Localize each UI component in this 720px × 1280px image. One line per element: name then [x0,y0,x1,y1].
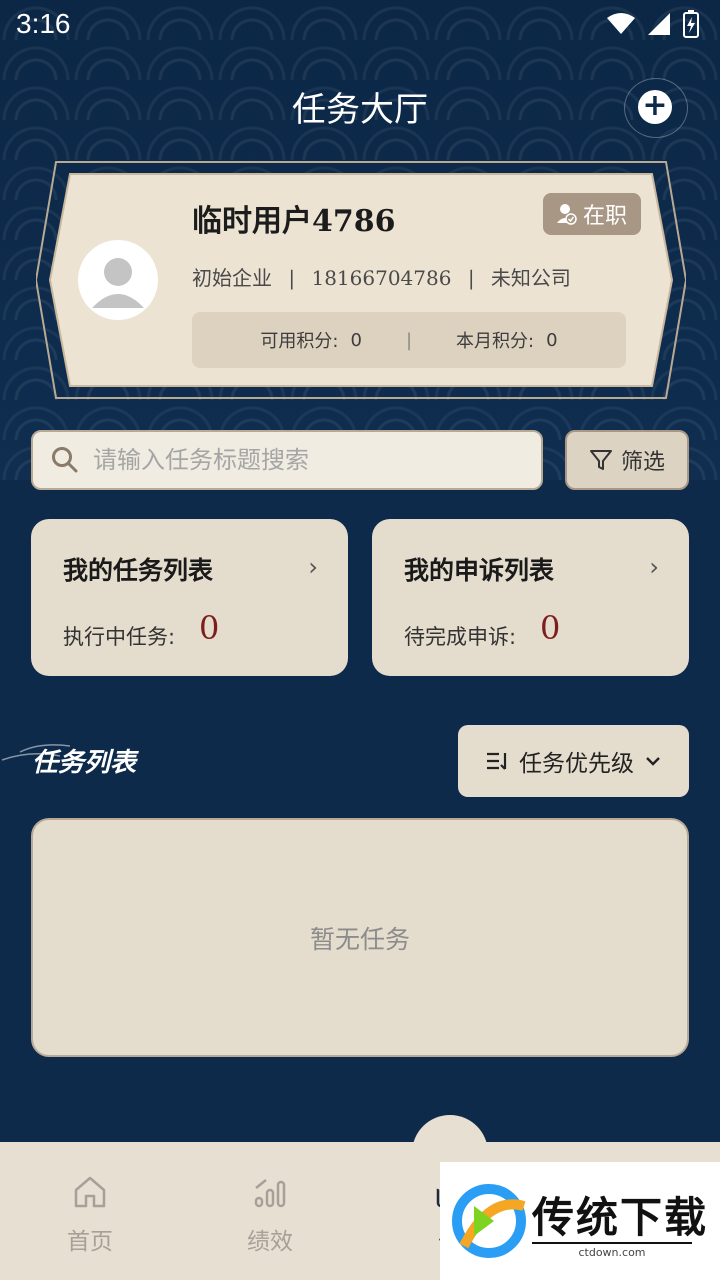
signal-icon [648,13,670,35]
sort-icon [487,752,507,770]
monthly-points-value: 0 [546,329,558,351]
tab-home[interactable]: 首页 [40,1172,140,1256]
chevron-right-icon: › [308,553,318,581]
in-progress-tasks-count: 0 [199,609,220,647]
my-appeals-title: 我的申诉列表 [404,556,555,585]
watermark-url: ctdown.com [532,1242,692,1259]
status-bar: 3:16 [0,0,720,50]
company-name: 未知公司 [490,266,571,290]
wifi-icon [607,13,635,34]
available-points-label: 可用积分: [260,331,339,352]
my-tasks-title: 我的任务列表 [63,556,214,585]
empty-text: 暂无任务 [309,924,410,954]
status-time: 3:16 [16,8,71,39]
tab-performance[interactable]: 绩效 [220,1172,320,1256]
task-list-heading: 任务列表 [32,748,137,778]
search-icon [52,447,78,473]
my-appeals-card[interactable]: 我的申诉列表 › 待完成申诉: 0 [372,519,689,676]
tab-performance-label: 绩效 [247,1229,293,1255]
monthly-points-label: 本月积分: [456,331,535,352]
watermark-logo: 传统下载 ctdown.com [440,1162,720,1280]
status-badge-label: 在职 [582,204,627,229]
watermark-title: 传统下载 [532,1193,709,1242]
meta-separator: | [288,266,296,290]
my-tasks-card[interactable]: 我的任务列表 › 执行中任务: 0 [31,519,348,676]
meta-separator: | [467,266,475,290]
status-icons [606,10,700,38]
user-placeholder-icon [92,258,144,308]
chevron-down-icon [646,757,660,766]
pending-appeals-label: 待完成申诉: [404,625,517,649]
task-list-empty-state: 暂无任务 [31,818,689,1057]
user-meta: 初始企业 | 18166704786 | 未知公司 [192,262,571,291]
avatar[interactable] [78,240,158,320]
points-summary: 可用积分: 0 | 本月积分: 0 [192,312,626,368]
priority-sort-dropdown[interactable]: 任务优先级 [458,725,689,797]
battery-charging-icon [683,10,699,38]
filter-button[interactable]: 筛选 [565,430,689,490]
available-points-value: 0 [350,329,362,351]
search-box [31,430,543,490]
user-name: 临时用户4786 [192,204,396,239]
chevron-right-icon: › [649,553,659,581]
page-title: 任务大厅 [292,90,428,130]
sort-label: 任务优先级 [519,751,634,777]
add-task-button[interactable]: + [638,90,672,124]
company-type: 初始企业 [192,266,272,290]
home-icon [74,1176,106,1208]
user-check-icon [556,204,577,225]
plus-icon: + [642,88,668,123]
in-progress-tasks-label: 执行中任务: [63,625,176,649]
filter-icon [589,450,612,470]
filter-label: 筛选 [620,450,665,475]
watermark-logo-icon [452,1184,526,1258]
employment-status-badge: 在职 [543,193,641,235]
tab-home-label: 首页 [67,1229,113,1255]
search-input[interactable] [91,445,495,475]
points-separator: | [405,329,413,351]
phone-number: 18166704786 [311,266,452,290]
pending-appeals-count: 0 [540,609,561,647]
chart-icon [254,1179,286,1208]
